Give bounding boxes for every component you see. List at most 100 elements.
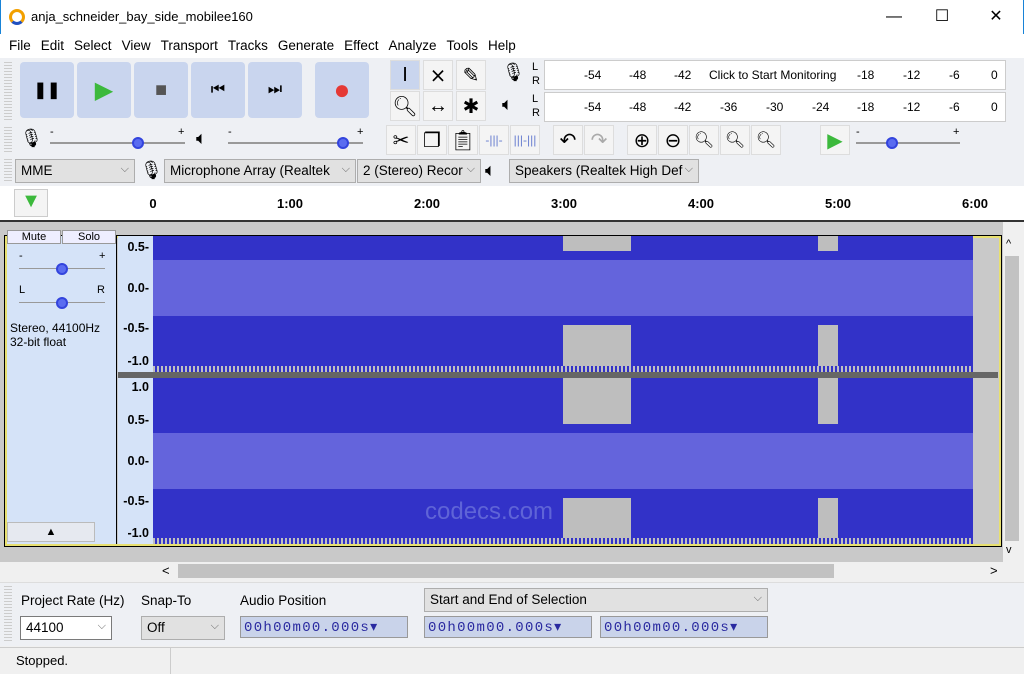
copy-icon[interactable]: ❐ [417,125,447,155]
solo-button[interactable]: Solo [62,230,116,244]
clipped-region [563,324,631,372]
toolbar-grip[interactable] [4,159,12,183]
play-button[interactable]: ▶ [77,62,131,118]
zoom-toggle-icon[interactable]: 🔍︎ [751,125,781,155]
selection-end-field[interactable]: 00h00m00.000s▾ [600,616,768,638]
silence-icon[interactable]: |||-||| [510,125,540,155]
undo-icon[interactable]: ↶ [553,125,583,155]
menu-edit[interactable]: Edit [36,34,69,58]
amplitude-label: -0.5- [123,494,149,508]
record-button[interactable]: ● [315,62,369,118]
audio-host-select[interactable]: MME ⌵ [15,159,135,183]
horizontal-scrollbar[interactable]: < > [0,562,1024,580]
menu-generate[interactable]: Generate [273,34,339,58]
menu-effect[interactable]: Effect [339,34,383,58]
microphone-icon: 🎙︎ [502,62,525,82]
multi-tool-icon[interactable]: ✱ [456,91,486,121]
redo-icon[interactable]: ↷ [584,125,614,155]
selection-start-field[interactable]: 00h00m00.000s▾ [424,616,592,638]
selection-tool-icon[interactable]: I [390,60,420,90]
amplitude-label: 0.5- [127,240,149,254]
play-at-speed-button[interactable]: ▶ [820,125,850,155]
channel2-waveform[interactable] [153,378,973,544]
scroll-up-button[interactable]: ^ [1006,238,1011,250]
selection-mode-select[interactable]: Start and End of Selection ⌵ [424,588,768,612]
envelope-tool-icon[interactable]: ⨯ [423,60,453,90]
project-rate-select[interactable]: 44100 ⌵ [20,616,112,640]
close-button[interactable]: ✕ [973,0,1019,34]
input-channels-value: 2 (Stereo) Recor [363,163,463,178]
scroll-right-button[interactable]: > [990,563,998,578]
plus-label: + [953,126,960,138]
menu-select[interactable]: Select [69,34,117,58]
paste-icon[interactable]: 📋︎ [448,125,478,155]
slider-thumb[interactable] [56,297,68,309]
toolbar-grip[interactable] [4,127,12,153]
channel1-waveform[interactable] [153,236,973,372]
toolbar-grip[interactable] [4,62,12,120]
menu-tracks[interactable]: Tracks [223,34,273,58]
title-bar: anja_schneider_bay_side_mobilee160 — ☐ ✕ [0,0,1024,34]
microphone-icon: 🎙︎ [20,128,43,148]
fit-project-icon[interactable]: 🔍︎ [720,125,750,155]
channel1-vertical-ruler[interactable]: 0.5- 0.0- -0.5- -1.0 [118,236,153,372]
playback-volume-slider[interactable] [228,137,363,149]
toolbar-grip[interactable] [4,586,12,642]
slider-thumb[interactable] [336,137,349,149]
menu-view[interactable]: View [117,34,156,58]
scroll-left-button[interactable]: < [162,563,170,578]
zoom-tool-icon[interactable]: 🔍︎ [390,91,420,121]
vertical-scrollbar[interactable]: ^ v [1003,236,1021,562]
meter-tick: -6 [949,100,960,114]
chevron-down-icon: ⌵ [120,163,129,175]
input-channels-select[interactable]: 2 (Stereo) Recor ⌵ [357,159,481,183]
gain-slider[interactable] [19,263,105,275]
input-device-select[interactable]: Microphone Array (Realtek ⌵ [164,159,356,183]
chevron-down-icon: ⌵ [684,163,693,175]
amplitude-label: -0.5- [123,321,149,335]
play-speed-slider[interactable] [856,137,960,149]
menu-transport[interactable]: Transport [156,34,223,58]
timeline-options-button[interactable]: ▼ [14,189,48,217]
horizontal-scroll-thumb[interactable] [178,564,834,578]
slider-thumb[interactable] [56,263,68,275]
timeline-ruler[interactable]: ▼ 0 1:00 2:00 3:00 4:00 5:00 6:00 [0,186,1024,222]
stop-button[interactable]: ■ [134,62,188,118]
monitor-prompt[interactable]: Click to Start Monitoring [709,68,836,82]
zoom-out-icon[interactable]: ⊖ [658,125,688,155]
microphone-icon: 🎙︎ [140,160,163,180]
snap-to-select[interactable]: Off ⌵ [141,616,225,640]
menu-tools[interactable]: Tools [441,34,483,58]
output-device-select[interactable]: Speakers (Realtek High Def ⌵ [509,159,699,183]
slider-thumb[interactable] [131,137,144,149]
record-meter[interactable]: Click to Start Monitoring -54 -48 -42 -18 -1… [544,60,1006,90]
minimize-button[interactable]: — [871,0,917,34]
window-title: anja_schneider_bay_side_mobilee160 [31,9,253,24]
channel2-vertical-ruler[interactable]: 1.0 0.5- 0.0- -0.5- -1.0 [118,378,153,544]
menu-analyze[interactable]: Analyze [383,34,441,58]
draw-tool-icon[interactable]: ✎ [456,60,486,90]
vertical-scroll-thumb[interactable] [1005,256,1019,541]
record-volume-slider[interactable] [50,137,185,149]
left-label: L [532,61,539,73]
cut-icon[interactable]: ✂ [386,125,416,155]
zoom-in-icon[interactable]: ⊕ [627,125,657,155]
maximize-button[interactable]: ☐ [919,0,965,34]
pan-slider[interactable] [19,297,105,309]
playback-meter[interactable]: -54 -48 -42 -36 -30 -24 -18 -12 -6 0 [544,92,1006,122]
menu-help[interactable]: Help [483,34,521,58]
skip-to-start-button[interactable]: ⏮ [191,62,245,118]
transport-toolbar: ❚❚ ▶ ■ ⏮ ⏭ ● [20,62,369,118]
mute-button[interactable]: Mute [7,230,61,244]
time-shift-tool-icon[interactable]: ↔ [423,91,453,121]
audio-position-field[interactable]: 00h00m00.000s▾ [240,616,408,638]
skip-to-end-button[interactable]: ⏭ [248,62,302,118]
trim-icon[interactable]: -|||- [479,125,509,155]
pause-button[interactable]: ❚❚ [20,62,74,118]
amplitude-label: 0.5- [127,413,149,427]
menu-file[interactable]: File [4,34,36,58]
scroll-down-button[interactable]: v [1006,544,1012,556]
collapse-track-button[interactable]: ▲ [7,522,95,542]
snap-to-label: Snap-To [141,593,192,608]
fit-selection-icon[interactable]: 🔍︎ [689,125,719,155]
